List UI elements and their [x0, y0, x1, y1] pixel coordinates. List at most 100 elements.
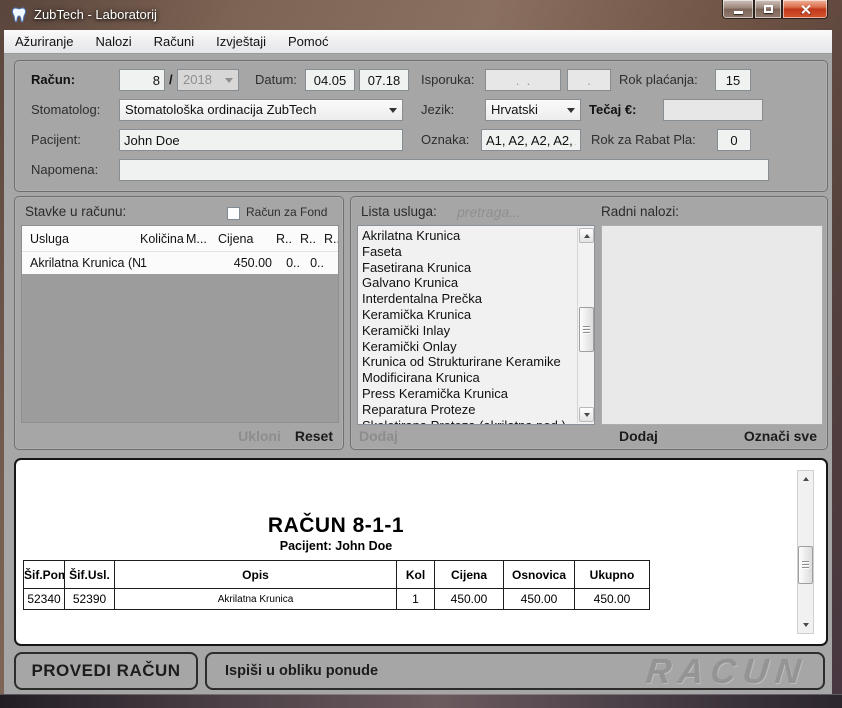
cell-cijena: 450.00	[218, 256, 276, 270]
pcell-ukupno: 450.00	[575, 589, 650, 610]
col-cijena[interactable]: Cijena	[218, 232, 276, 246]
table-row[interactable]: Akrilatna Krunica (N) 1 450.00 0.. 0..	[22, 252, 338, 274]
list-item[interactable]: Reparatura Proteze	[362, 402, 572, 418]
tecaj-input[interactable]	[663, 99, 763, 121]
list-item[interactable]: Press Keramička Krunica	[362, 386, 572, 402]
scroll-down-icon[interactable]	[798, 618, 813, 632]
napomena-label: Napomena:	[31, 159, 98, 181]
rok-placanja-label: Rok plaćanja:	[619, 69, 698, 91]
racun-year-select[interactable]: 2018	[177, 69, 239, 91]
pcell-osnovica: 450.00	[504, 589, 575, 610]
scrollbar-thumb[interactable]	[579, 307, 594, 352]
list-item[interactable]: Faseta	[362, 244, 572, 260]
col-r3[interactable]: R..	[324, 232, 338, 246]
oznaka-label: Oznaka:	[421, 129, 469, 151]
napomena-input[interactable]	[119, 159, 769, 181]
oznaka-input[interactable]	[481, 129, 581, 151]
col-kolicina[interactable]: Količina	[140, 232, 186, 246]
col-r2[interactable]: R..	[300, 232, 324, 246]
services-listbox[interactable]: Akrilatna Krunica Faseta Fasetirana Krun…	[357, 225, 595, 425]
rok-rabat-input[interactable]	[717, 129, 751, 151]
items-table: Usluga Količina M... Cijena R.. R.. R.. …	[21, 225, 339, 423]
stomatolog-label: Stomatolog:	[31, 99, 100, 121]
list-item[interactable]: Modificirana Krunica	[362, 370, 572, 386]
racun-za-fond-checkbox[interactable]	[227, 207, 240, 220]
list-item[interactable]: Skeletirana Proteza (akrilatna pod.)	[362, 418, 572, 425]
col-r1[interactable]: R..	[276, 232, 300, 246]
search-input[interactable]: pretraga...	[457, 204, 521, 220]
pcol-opis: Opis	[115, 561, 397, 589]
pcell-sifpom: 52340	[24, 589, 65, 610]
list-item[interactable]: Keramička Krunica	[362, 307, 572, 323]
col-m[interactable]: M...	[186, 232, 218, 246]
list-item[interactable]: Keramički Inlay	[362, 323, 572, 339]
racun-separator: /	[169, 69, 173, 91]
datum-time-input[interactable]	[359, 69, 409, 91]
rok-placanja-input[interactable]	[715, 69, 751, 91]
datum-label: Datum:	[255, 69, 297, 91]
oznaci-sve-button[interactable]: Označi sve	[744, 428, 817, 444]
datum-day-input[interactable]	[305, 69, 355, 91]
title-bar[interactable]: ZubTech - Laboratorij	[0, 0, 842, 30]
menu-nalozi[interactable]: Nalozi	[85, 30, 143, 54]
cell-r2: 0..	[300, 256, 324, 270]
chevron-down-icon	[389, 108, 397, 113]
invoice-items-panel: Stavke u računu: Račun za Fond Usluga Ko…	[14, 196, 344, 450]
scrollbar-thumb[interactable]	[798, 546, 813, 584]
pcell-opis: Akrilatna Krunica	[115, 589, 397, 610]
list-item[interactable]: Keramički Onlay	[362, 339, 572, 355]
list-item[interactable]: Akrilatna Krunica	[362, 228, 572, 244]
menu-pomoc[interactable]: Pomoć	[277, 30, 339, 54]
stavke-title: Stavke u računu:	[25, 204, 126, 219]
invoice-header-panel: Račun: / 2018 Datum: Isporuka: Rok plaća…	[14, 60, 828, 192]
items-table-header: Usluga Količina M... Cijena R.. R.. R..	[22, 226, 338, 252]
isporuka-time-input[interactable]	[567, 69, 611, 91]
col-usluga[interactable]: Usluga	[22, 232, 140, 246]
preview-scrollbar[interactable]	[797, 470, 814, 634]
services-scrollbar[interactable]	[577, 227, 594, 423]
stomatolog-select[interactable]: Stomatološka ordinacija ZubTech	[119, 99, 403, 121]
reset-button[interactable]: Reset	[295, 428, 333, 444]
scroll-down-icon[interactable]	[579, 407, 594, 422]
scroll-up-icon[interactable]	[579, 228, 594, 243]
pcol-kol: Kol	[397, 561, 435, 589]
provedi-racun-button[interactable]: PROVEDI RAČUN	[14, 652, 198, 690]
pacijent-input[interactable]	[119, 129, 403, 151]
ukloni-button[interactable]: Ukloni	[238, 428, 281, 444]
tecaj-label: Tečaj €:	[589, 99, 636, 121]
pcell-cijena: 450.00	[435, 589, 504, 610]
jezik-label: Jezik:	[421, 99, 454, 121]
pcell-sifusl: 52390	[65, 589, 115, 610]
work-orders-listbox[interactable]	[601, 225, 823, 425]
close-button[interactable]	[782, 0, 828, 19]
cell-kolicina: 1	[140, 256, 186, 270]
isporuka-label: Isporuka:	[421, 69, 474, 91]
minimize-button[interactable]	[722, 0, 754, 19]
list-item[interactable]: Krunica od Strukturirane Keramike	[362, 354, 572, 370]
dodaj-button[interactable]: Dodaj	[619, 428, 658, 444]
maximize-button[interactable]	[754, 0, 782, 19]
menu-azuriranje[interactable]: Ažuriranje	[4, 30, 85, 54]
list-item[interactable]: Fasetirana Krunica	[362, 260, 572, 276]
preview-title: RAČUN 8-1-1	[23, 514, 649, 538]
menu-izvjestaji[interactable]: Izvještaji	[205, 30, 277, 54]
tooth-icon	[10, 6, 28, 24]
restore-icon	[764, 5, 773, 13]
pacijent-label: Pacijent:	[31, 129, 81, 151]
racun-number-input[interactable]	[119, 69, 165, 91]
menu-racuni[interactable]: Računi	[143, 30, 205, 54]
scroll-up-icon[interactable]	[798, 472, 813, 486]
isporuka-date-input[interactable]	[485, 69, 561, 91]
ispisi-ponuda-button[interactable]: Ispiši u obliku ponude RACUN	[205, 652, 825, 690]
jezik-value: Hrvatski	[491, 102, 538, 117]
list-item[interactable]: Interdentalna Prečka	[362, 291, 572, 307]
list-item[interactable]: Galvano Krunica	[362, 275, 572, 291]
racun-za-fond-label: Račun za Fond	[246, 205, 327, 219]
pcell-kol: 1	[397, 589, 435, 610]
lista-usluga-title: Lista usluga:	[361, 204, 437, 219]
jezik-select[interactable]: Hrvatski	[485, 99, 581, 121]
dodaj-disabled-button[interactable]: Dodaj	[359, 428, 398, 444]
preview-subtitle: Pacijent: John Doe	[23, 539, 649, 553]
close-icon	[800, 4, 811, 15]
racun-watermark: RACUN	[644, 652, 810, 692]
